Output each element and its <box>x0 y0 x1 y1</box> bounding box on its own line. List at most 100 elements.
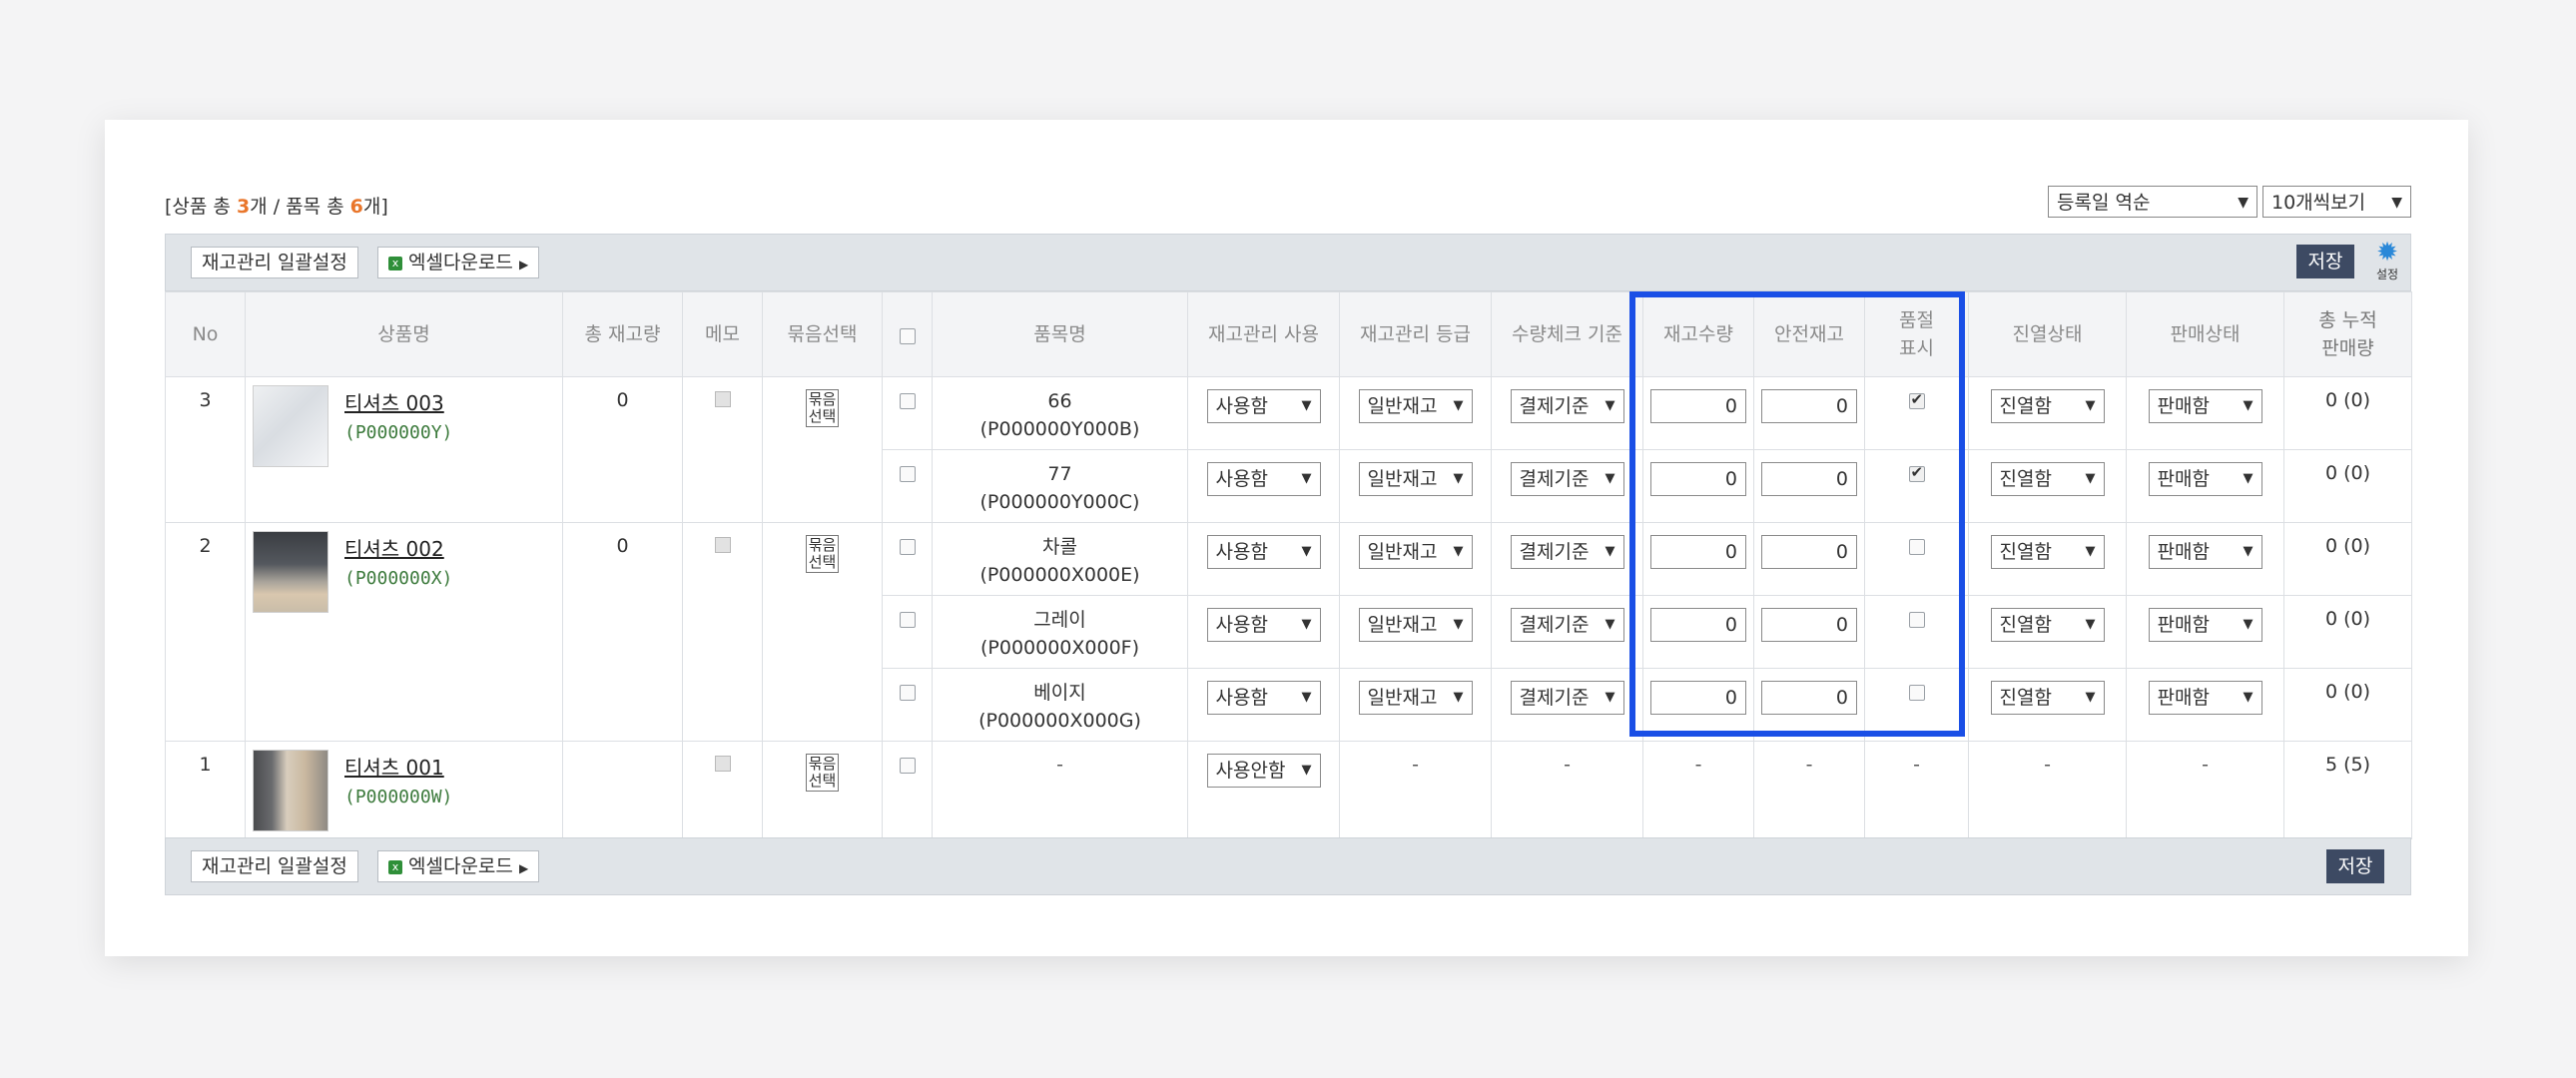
col-display: 진열상태 <box>1968 291 2127 377</box>
qty-check-select[interactable]: 결제기준 ▼ <box>1510 535 1624 569</box>
stock-qty-input[interactable]: 0 <box>1650 462 1746 496</box>
soldout-checkbox[interactable] <box>1908 684 1925 701</box>
product-name-link[interactable]: 티셔츠 003 <box>344 391 444 415</box>
col-use: 재고관리 사용 <box>1187 291 1340 377</box>
qty-check-select[interactable]: 결제기준 ▼ <box>1510 462 1624 496</box>
stock-grade-select[interactable]: 일반재고 ▼ <box>1358 389 1473 423</box>
item-name: 그레이 <box>1033 609 1086 631</box>
row-checkbox[interactable] <box>899 757 916 774</box>
stock-use-select[interactable]: 사용함 ▼ <box>1206 535 1321 569</box>
row-checkbox[interactable] <box>899 538 916 555</box>
save-button-bottom[interactable]: 저장 <box>2326 849 2384 883</box>
soldout-checkbox[interactable] <box>1908 611 1925 628</box>
qty-check-select[interactable]: 결제기준 ▼ <box>1510 389 1624 423</box>
top-toolbar: 재고관리 일괄설정 x 엑셀다운로드 ▶ <box>165 234 2411 291</box>
memo-icon[interactable] <box>714 756 731 772</box>
stock-use-select[interactable]: 사용함 ▼ <box>1206 608 1321 642</box>
product-thumbnail[interactable] <box>253 750 328 831</box>
bundle-cell: 묶음 선택 <box>762 376 883 523</box>
page-size-select[interactable]: 10개씩보기 ▼ <box>2262 186 2411 218</box>
bundle-select-button[interactable]: 묶음 선택 <box>805 754 840 792</box>
row-checkbox[interactable] <box>899 611 916 628</box>
product-name-link[interactable]: 티셔츠 002 <box>344 537 444 561</box>
product-name-link[interactable]: 티셔츠 001 <box>344 756 444 780</box>
stock-use-select[interactable]: 사용함 ▼ <box>1206 681 1321 715</box>
item-code: (P000000X000G) <box>978 710 1141 732</box>
stock-qty-input[interactable]: 0 <box>1650 535 1746 569</box>
safety-stock-input[interactable]: 0 <box>1761 389 1857 423</box>
safety-stock-input[interactable]: 0 <box>1761 681 1857 715</box>
memo-cell <box>682 376 763 523</box>
sale-status-select[interactable]: 판매함 ▼ <box>2148 389 2262 423</box>
bundle-cell: 묶음 선택 <box>762 522 883 742</box>
bulk-settings-button[interactable]: 재고관리 일괄설정 <box>191 850 358 882</box>
chevron-down-icon: ▼ <box>1453 617 1464 632</box>
stock-grade-select[interactable]: 일반재고 ▼ <box>1358 535 1473 569</box>
safety-stock-input[interactable]: 0 <box>1761 608 1857 642</box>
safety-stock-input[interactable]: 0 <box>1761 462 1857 496</box>
display-status-select[interactable]: 진열함 ▼ <box>1990 462 2105 496</box>
save-button-top[interactable]: 저장 <box>2296 245 2354 278</box>
sale-status-select[interactable]: 판매함 ▼ <box>2148 681 2262 715</box>
cumulative-sales: 5 (5) <box>2283 741 2412 839</box>
chevron-down-icon: ▼ <box>1301 471 1312 486</box>
display-status-select[interactable]: 진열함 ▼ <box>1990 608 2105 642</box>
chevron-down-icon: ▼ <box>2085 690 2096 705</box>
stock-use-select[interactable]: 사용안함 ▼ <box>1206 754 1321 788</box>
settings-button[interactable]: ✹ 설정 <box>2372 240 2402 289</box>
chevron-down-icon: ▼ <box>1453 690 1464 705</box>
item-name: - <box>932 741 1188 839</box>
bundle-select-button[interactable]: 묶음 선택 <box>805 535 840 573</box>
bottom-toolbar: 재고관리 일괄설정 x 엑셀다운로드 ▶ <box>165 837 2411 895</box>
stock-grade-select[interactable]: 일반재고 ▼ <box>1358 608 1473 642</box>
chevron-down-icon: ▼ <box>1301 617 1312 632</box>
col-grade: 재고관리 등급 <box>1339 291 1492 377</box>
excel-download-button[interactable]: x 엑셀다운로드 ▶ <box>377 850 540 882</box>
soldout-checkbox[interactable] <box>1908 463 1925 482</box>
row-checkbox[interactable] <box>899 392 916 409</box>
chevron-down-icon: ▼ <box>1453 544 1464 559</box>
stock-qty-input[interactable]: 0 <box>1650 681 1746 715</box>
stock-grade-select[interactable]: 일반재고 ▼ <box>1358 681 1473 715</box>
soldout-value: - <box>1864 741 1969 839</box>
sale-status-select[interactable]: 판매함 ▼ <box>2148 462 2262 496</box>
row-checkbox-cell <box>882 449 933 523</box>
soldout-checkbox[interactable] <box>1908 390 1925 409</box>
chevron-down-icon: ▼ <box>1453 398 1464 413</box>
col-qty: 재고수량 <box>1642 291 1754 377</box>
total-stock: 0 <box>562 376 683 523</box>
safety-stock-value: - <box>1753 741 1865 839</box>
display-status-select[interactable]: 진열함 ▼ <box>1990 681 2105 715</box>
item-name: 66 <box>1047 390 1072 412</box>
soldout-checkbox[interactable] <box>1908 538 1925 555</box>
bulk-settings-button[interactable]: 재고관리 일괄설정 <box>191 247 358 278</box>
cumulative-sales: 0 (0) <box>2283 449 2412 523</box>
memo-icon[interactable] <box>714 537 731 553</box>
display-status-select[interactable]: 진열함 ▼ <box>1990 389 2105 423</box>
chevron-down-icon: ▼ <box>1301 763 1312 778</box>
stock-qty-input[interactable]: 0 <box>1650 389 1746 423</box>
product-thumbnail[interactable] <box>253 385 328 467</box>
safety-stock-input[interactable]: 0 <box>1761 535 1857 569</box>
memo-icon[interactable] <box>714 391 731 407</box>
row-checkbox[interactable] <box>899 465 916 482</box>
stock-qty-input[interactable]: 0 <box>1650 608 1746 642</box>
qty-check-select[interactable]: 결제기준 ▼ <box>1510 681 1624 715</box>
row-checkbox-cell <box>882 741 933 839</box>
stock-grade-select[interactable]: 일반재고 ▼ <box>1358 462 1473 496</box>
stock-use-select[interactable]: 사용함 ▼ <box>1206 462 1321 496</box>
sort-select[interactable]: 등록일 역순 ▼ <box>2048 186 2257 218</box>
row-checkbox[interactable] <box>899 684 916 701</box>
sale-status-select[interactable]: 판매함 ▼ <box>2148 608 2262 642</box>
product-no: 2 <box>165 522 246 742</box>
stock-use-select[interactable]: 사용함 ▼ <box>1206 389 1321 423</box>
qty-check-select[interactable]: 결제기준 ▼ <box>1510 608 1624 642</box>
sale-status-select[interactable]: 판매함 ▼ <box>2148 535 2262 569</box>
total-stock: 0 <box>562 522 683 742</box>
product-thumbnail[interactable] <box>253 531 328 613</box>
select-all-checkbox[interactable] <box>899 328 916 344</box>
bundle-select-button[interactable]: 묶음 선택 <box>805 389 840 427</box>
display-status-select[interactable]: 진열함 ▼ <box>1990 535 2105 569</box>
memo-cell <box>682 741 763 839</box>
excel-download-button[interactable]: x 엑셀다운로드 ▶ <box>377 247 540 278</box>
